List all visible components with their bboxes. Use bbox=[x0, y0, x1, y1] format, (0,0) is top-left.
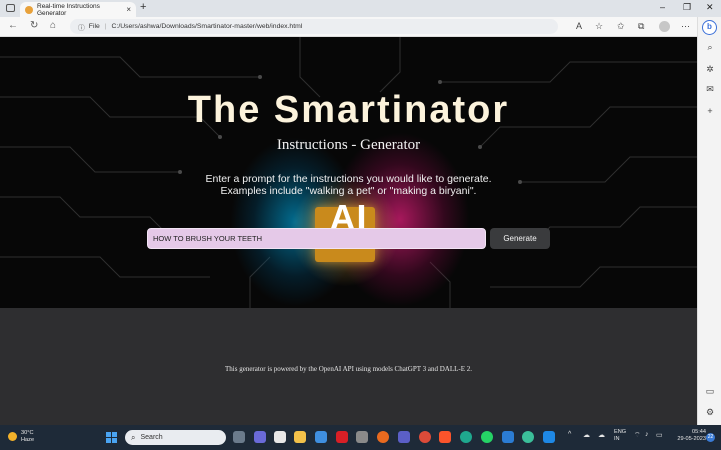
brave-icon[interactable] bbox=[439, 431, 451, 443]
vscode-icon[interactable] bbox=[543, 431, 555, 443]
lang-line-2: IN bbox=[614, 436, 620, 442]
taskbar-search[interactable]: ⌕ Search bbox=[125, 430, 226, 445]
wifi-icon[interactable]: ⌔ bbox=[634, 431, 641, 440]
windows-taskbar: 30°C Haze ⌕ Search ^ ☁ ☁ ENG IN ⌔ ♪ ▭ 05… bbox=[0, 425, 721, 450]
minimize-button[interactable]: – bbox=[660, 2, 665, 12]
language-indicator[interactable]: ENG IN bbox=[614, 429, 626, 443]
page-subtitle: Instructions - Generator bbox=[276, 137, 421, 153]
page-title: The Smartinator bbox=[187, 89, 510, 131]
url-text: C:/Users/ashwa/Downloads/Smartinator-mas… bbox=[111, 23, 303, 30]
browser-tab[interactable]: Real-time Instructions Generator × bbox=[20, 2, 136, 17]
more-menu-icon[interactable]: ⋯ bbox=[681, 21, 690, 32]
tray-overflow-icon[interactable]: ^ bbox=[568, 431, 571, 438]
close-window-button[interactable]: ✕ bbox=[706, 2, 714, 13]
browser-titlebar: Real-time Instructions Generator × + – ❐… bbox=[0, 0, 721, 17]
notification-badge[interactable]: 22 bbox=[706, 433, 715, 442]
refresh-icon[interactable]: ↻ bbox=[30, 20, 38, 31]
battery-icon[interactable]: ▭ bbox=[656, 431, 663, 439]
sidebar-outlook-icon[interactable]: ✉ bbox=[703, 84, 717, 95]
hero-section: AI The Smartinator Instructions - Genera… bbox=[0, 37, 697, 308]
favorites-icon[interactable]: ✩ bbox=[617, 21, 625, 32]
lang-line-1: ENG bbox=[614, 429, 627, 435]
bing-chat-icon[interactable]: b bbox=[702, 20, 717, 35]
weather-widget[interactable]: 30°C Haze bbox=[8, 430, 34, 444]
whatsapp-icon[interactable] bbox=[481, 431, 493, 443]
mail-icon[interactable] bbox=[315, 431, 327, 443]
info-icon: ⓘ bbox=[78, 24, 85, 32]
web-page: AI The Smartinator Instructions - Genera… bbox=[0, 37, 697, 425]
chrome-icon[interactable] bbox=[419, 431, 431, 443]
firefox-icon[interactable] bbox=[377, 431, 389, 443]
settings-app-icon[interactable] bbox=[356, 431, 368, 443]
weather-sun-icon bbox=[8, 432, 17, 441]
start-button-icon[interactable] bbox=[106, 432, 117, 443]
task-view-icon[interactable] bbox=[233, 431, 245, 443]
edge-sidebar: b ⌕ ✲ ✉ + ▭ ⚙ bbox=[697, 17, 721, 425]
taskbar-search-label: Search bbox=[140, 434, 163, 441]
prompt-line-1: Enter a prompt for the instructions you … bbox=[205, 173, 492, 185]
profile-avatar[interactable] bbox=[659, 21, 670, 32]
sidebar-tools-icon[interactable]: ✲ bbox=[703, 64, 717, 75]
tab-close-icon[interactable]: × bbox=[126, 5, 131, 14]
sidebar-settings-icon[interactable]: ⚙ bbox=[703, 407, 717, 418]
onedrive-icon[interactable]: ☁ bbox=[583, 431, 590, 439]
generate-button[interactable]: Generate bbox=[490, 228, 550, 249]
address-toolbar: ← ↻ ⌂ ⓘ File | C:/Users/ashwa/Downloads/… bbox=[0, 17, 721, 37]
new-tab-button[interactable]: + bbox=[140, 1, 146, 13]
url-scheme-label: File bbox=[88, 23, 100, 30]
netflix-icon[interactable] bbox=[336, 431, 348, 443]
favicon-icon bbox=[25, 5, 33, 14]
search-icon: ⌕ bbox=[131, 432, 136, 442]
read-aloud-icon[interactable]: A bbox=[576, 21, 582, 31]
sidebar-add-icon[interactable]: + bbox=[703, 106, 717, 116]
clock-time: 05:44 bbox=[692, 429, 706, 435]
restore-button[interactable]: ❐ bbox=[683, 2, 691, 13]
teams-icon[interactable] bbox=[398, 431, 410, 443]
weather-desc: Haze bbox=[21, 437, 35, 443]
tab-actions-icon[interactable] bbox=[6, 4, 15, 12]
edge-dev-icon[interactable] bbox=[522, 431, 534, 443]
clock-date: 29-05-2023 bbox=[677, 436, 706, 442]
collections-icon[interactable]: ⧉ bbox=[638, 21, 644, 32]
volume-icon[interactable]: ♪ bbox=[645, 431, 649, 438]
footer-note: This generator is powered by the OpenAI … bbox=[225, 365, 472, 373]
prompt-input[interactable]: HOW TO BRUSH YOUR TEETH bbox=[147, 228, 486, 249]
favorite-star-icon[interactable]: ☆ bbox=[595, 21, 603, 32]
url-separator: | bbox=[104, 23, 107, 30]
word-icon[interactable] bbox=[502, 431, 514, 443]
sidebar-layout-icon[interactable]: ▭ bbox=[703, 386, 717, 397]
prompt-description: Enter a prompt for the instructions you … bbox=[0, 173, 697, 197]
prompt-line-2: Examples include "walking a pet" or "mak… bbox=[220, 185, 477, 197]
sidebar-search-icon[interactable]: ⌕ bbox=[703, 42, 717, 53]
home-icon[interactable]: ⌂ bbox=[50, 20, 56, 31]
file-explorer-icon[interactable] bbox=[294, 431, 306, 443]
store-icon[interactable] bbox=[274, 431, 286, 443]
address-bar[interactable]: ⓘ File | C:/Users/ashwa/Downloads/Smarti… bbox=[70, 19, 558, 34]
edge-icon[interactable] bbox=[460, 431, 472, 443]
weather-temp: 30°C bbox=[21, 430, 34, 436]
tab-title: Real-time Instructions Generator bbox=[37, 2, 100, 17]
back-icon[interactable]: ← bbox=[8, 20, 18, 31]
system-clock[interactable]: 05:44 29-05-2023 bbox=[672, 429, 706, 443]
onedrive-business-icon[interactable]: ☁ bbox=[598, 431, 605, 439]
chat-icon[interactable] bbox=[254, 431, 266, 443]
